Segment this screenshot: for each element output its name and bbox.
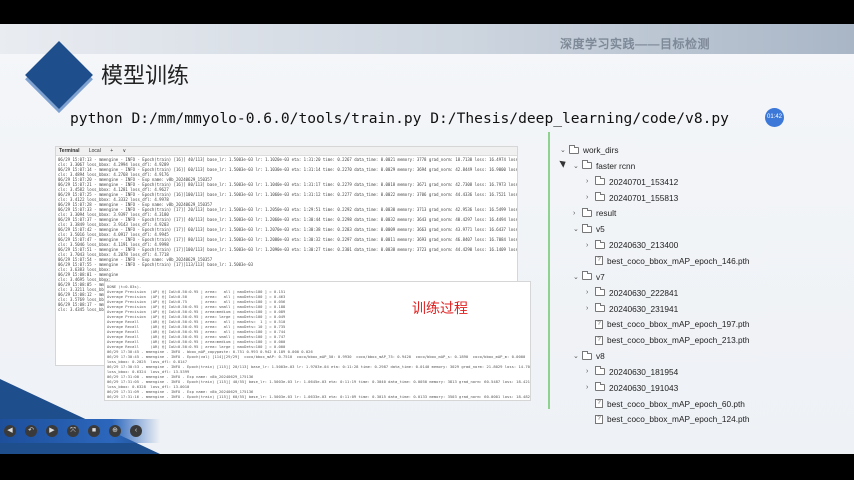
chevron-right-icon[interactable]: › xyxy=(586,384,595,391)
tab-local: Local xyxy=(88,148,101,154)
chevron-right-icon[interactable]: › xyxy=(586,305,595,312)
tree-item-label: faster rcnn xyxy=(596,160,636,171)
top-black-bar xyxy=(0,0,854,24)
folder-icon xyxy=(582,207,592,217)
tree-item-label: work_dirs xyxy=(583,145,619,155)
tree-item-label: best_coco_bbox_mAP_epoch_197.pth xyxy=(607,319,750,330)
folder-icon xyxy=(595,287,605,297)
folder-icon xyxy=(569,144,579,154)
tree-folder-item[interactable]: › 20240630_213400 xyxy=(586,239,679,251)
folder-icon xyxy=(582,350,592,360)
tree-item-label: 20240701_155813 xyxy=(609,192,679,203)
train-command: python D:/mm/mmyolo-0.6.0/tools/train.py… xyxy=(70,110,729,127)
chevron-down-icon[interactable]: ⌄ xyxy=(573,273,582,281)
chevron-left-icon[interactable]: ‹ xyxy=(130,425,142,437)
folder-icon xyxy=(595,366,605,376)
chevron-down-icon[interactable]: ⌄ xyxy=(573,162,582,170)
file-icon: ? xyxy=(595,399,603,409)
metrics-line: loss_bbox: 0.7345 loss_dfl: 12.0007 xyxy=(107,399,528,400)
green-divider-line xyxy=(548,132,550,409)
file-icon: ? xyxy=(595,256,603,266)
course-title: 深度学习实践——目标检测 xyxy=(559,37,710,51)
tree-item-label: v8 xyxy=(596,351,605,362)
tree-file-item[interactable]: ? best_coco_bbox_mAP_epoch_124.pth xyxy=(586,414,750,424)
tree-item-label: 20240701_153412 xyxy=(609,176,679,187)
chevron-down-icon[interactable]: ⌄ xyxy=(573,225,582,233)
tree-item-label: result xyxy=(596,208,617,219)
mouse-cursor-icon xyxy=(559,158,568,168)
tree-folder-item[interactable]: ⌄ work_dirs xyxy=(560,144,619,155)
tree-item-label: 20240630_231941 xyxy=(609,303,679,314)
folder-icon xyxy=(595,239,605,249)
folder-icon xyxy=(582,160,592,170)
chevron-right-icon[interactable]: › xyxy=(586,194,595,201)
file-icon: ? xyxy=(595,319,603,329)
tree-file-item[interactable]: ? best_coco_bbox_mAP_epoch_197.pth xyxy=(586,319,750,329)
folder-icon xyxy=(595,382,605,392)
forward-icon[interactable]: ▶ xyxy=(46,425,58,437)
file-icon: ? xyxy=(595,335,603,345)
tree-folder-item[interactable]: › 20240701_153412 xyxy=(586,176,679,187)
tree-item-label: 20240630_213400 xyxy=(609,240,679,251)
tree-file-item[interactable]: ? best_coco_bbox_mAP_epoch_213.pth xyxy=(586,335,750,345)
tree-item-label: 20240630_191043 xyxy=(609,382,679,393)
camera-icon[interactable]: ■ xyxy=(88,425,100,437)
tree-item-label: best_coco_bbox_mAP_epoch_146.pth xyxy=(607,255,750,266)
tree-folder-item[interactable]: ⌄ v8 xyxy=(573,350,605,362)
tree-item-label: 20240630_181954 xyxy=(609,366,679,377)
add-tab-icon: + xyxy=(110,148,114,154)
tree-folder-item[interactable]: ⌄ v7 xyxy=(573,271,605,282)
presentation-slide: 深度学习实践——目标检测 模型训练 python D:/mm/mmyolo-0.… xyxy=(0,24,854,454)
page-title: 模型训练 xyxy=(101,64,190,89)
chevron-right-icon[interactable]: › xyxy=(586,242,595,249)
folder-icon xyxy=(595,192,605,202)
bottom-black-bar xyxy=(0,454,854,480)
chevron-down-icon: ∨ xyxy=(122,148,127,154)
chevron-down-icon[interactable]: ⌄ xyxy=(573,352,582,360)
recording-timer-badge: 01:42 xyxy=(765,108,784,127)
chevron-right-icon[interactable]: › xyxy=(586,289,595,296)
prev-icon[interactable]: ◀ xyxy=(4,425,16,437)
tab-terminal: Terminal xyxy=(59,148,80,154)
chevron-right-icon[interactable]: › xyxy=(586,178,595,185)
tree-folder-item[interactable]: ⌄ faster rcnn xyxy=(573,160,636,171)
tree-item-label: v7 xyxy=(596,271,605,282)
back-icon[interactable]: ↶ xyxy=(25,425,37,437)
training-process-label: 训练过程 xyxy=(412,300,468,316)
slide-header-bar xyxy=(0,24,854,54)
tree-folder-item[interactable]: › 20240630_231941 xyxy=(586,303,679,314)
pointer-icon[interactable]: ⤧ xyxy=(67,425,79,437)
tree-item-label: 20240630_222841 xyxy=(609,287,679,298)
tree-folder-item[interactable]: › 20240630_191043 xyxy=(586,382,679,393)
tree-item-label: v5 xyxy=(596,224,605,235)
tree-item-label: best_coco_bbox_mAP_epoch_213.pth xyxy=(607,335,750,346)
folder-icon xyxy=(595,303,605,312)
chevron-right-icon[interactable]: › xyxy=(573,210,582,217)
file-icon: ? xyxy=(595,414,603,424)
tree-file-item[interactable]: ? best_coco_bbox_mAP_epoch_146.pth xyxy=(586,256,750,266)
tree-folder-item[interactable]: ⌄ v5 xyxy=(573,223,605,235)
tree-folder-item[interactable]: › 20240630_222841 xyxy=(586,287,679,298)
folder-icon xyxy=(582,271,592,281)
terminal-tabs: Terminal Local + ∨ xyxy=(56,147,517,156)
zoom-icon[interactable]: ⊕ xyxy=(109,425,121,437)
tree-folder-item[interactable]: › 20240630_181954 xyxy=(586,366,679,377)
tree-folder-item[interactable]: › 20240701_155813 xyxy=(586,192,679,203)
chevron-down-icon[interactable]: ⌄ xyxy=(560,146,569,154)
tree-item-label: best_coco_bbox_mAP_epoch_124.pth xyxy=(607,414,750,425)
tree-folder-item[interactable]: › result xyxy=(573,207,617,219)
tree-item-label: best_coco_bbox_mAP_epoch_60.pth xyxy=(607,398,745,409)
folder-icon xyxy=(582,223,592,233)
presentation-toolbar: ◀ ↶ ▶ ⤧ ■ ⊕ ‹ xyxy=(0,419,160,443)
tree-file-item[interactable]: ? best_coco_bbox_mAP_epoch_60.pth xyxy=(586,399,745,409)
chevron-right-icon[interactable]: › xyxy=(586,368,595,375)
folder-icon xyxy=(595,176,605,186)
